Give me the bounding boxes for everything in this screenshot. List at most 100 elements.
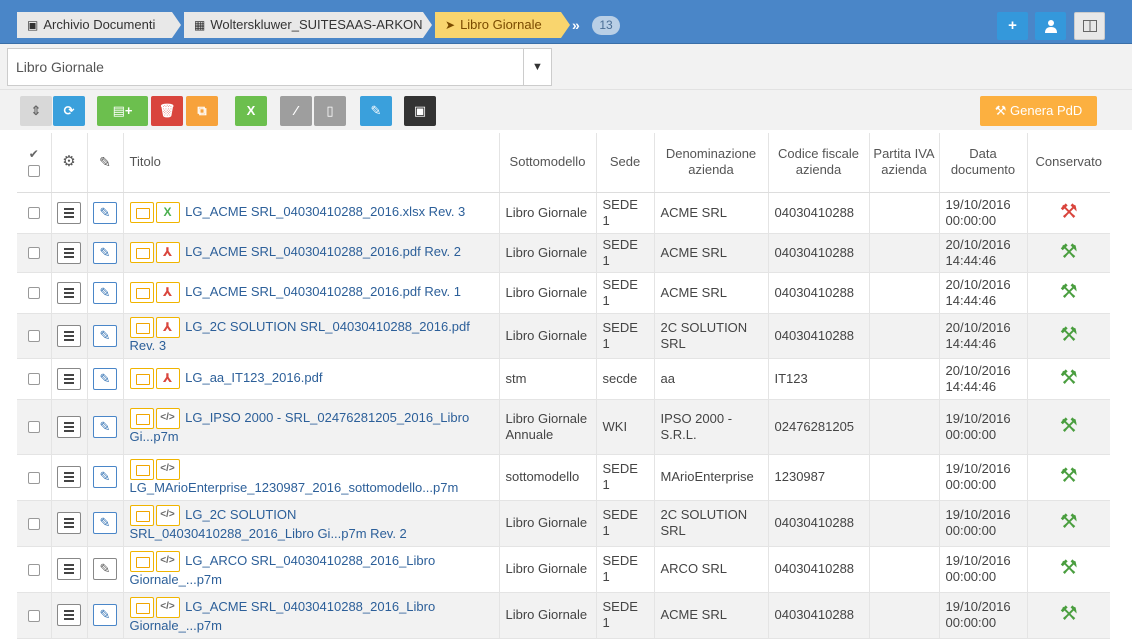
document-title-link[interactable]: LG_2C SOLUTION (185, 506, 296, 521)
row-menu-button[interactable] (57, 324, 81, 347)
folder-icon[interactable] (129, 202, 154, 223)
col-sottomodello[interactable]: Sottomodello (498, 133, 596, 193)
col-data-documento[interactable]: Data documento (938, 133, 1027, 193)
document-title-link[interactable]: LG_ACME SRL_04030410288_2016.pdf Rev. 1 (185, 284, 461, 299)
document-lock-button[interactable]: ▯ (314, 96, 346, 126)
table-row[interactable]: ✎ </> LG_ACME SRL_04030410288_2016_Libro G… (17, 592, 1110, 639)
document-title-link-continued[interactable]: Rev. 3 (130, 338, 167, 353)
gavel-icon[interactable]: ⚒ (1060, 415, 1078, 437)
table-row[interactable]: ✎ ⅄ LG_aa_IT123_2016.pdf stm secde aa IT123 20… (17, 358, 1110, 400)
row-checkbox[interactable] (27, 609, 40, 622)
row-menu-button[interactable] (57, 558, 81, 580)
row-edit-button[interactable]: ✎ (93, 415, 117, 438)
document-title-link-continued[interactable]: Giornale_...p7m (130, 572, 223, 587)
table-row[interactable]: ✎ X LG_ACME SRL_04030410288_2016.xlsx Rev… (17, 192, 1110, 234)
row-checkbox[interactable] (27, 207, 40, 220)
table-row[interactable]: ✎ </> LG_2C SOLUTION SRL_04030410288_2016_… (17, 500, 1110, 547)
breadcrumb-libro-giornale[interactable]: ➤ Libro Giornale (435, 12, 570, 38)
document-title-link[interactable]: LG_aa_IT123_2016.pdf (185, 370, 322, 385)
pdf-file-icon[interactable]: ⅄ (155, 317, 180, 338)
document-title-link[interactable]: LG_ACME SRL_04030410288_2016.pdf Rev. 2 (185, 244, 461, 259)
document-title-link[interactable]: LG_ARCO SRL_04030410288_2016_Libro (185, 552, 435, 567)
gavel-icon[interactable]: ⚒ (1060, 201, 1078, 223)
delete-button[interactable]: 🗑︎ (151, 96, 183, 126)
model-select[interactable]: Libro Giornale ▼ (7, 48, 552, 86)
table-row[interactable]: ✎ </> LG_ARCO SRL_04030410288_2016_Libro G… (17, 546, 1110, 593)
row-edit-button[interactable]: ✎ (93, 241, 117, 264)
genera-pdd-button[interactable]: ⚒ Genera PdD (980, 96, 1097, 126)
row-menu-button[interactable] (57, 604, 81, 626)
signed-file-icon[interactable]: </> (155, 596, 180, 618)
folder-icon[interactable] (129, 458, 154, 480)
row-checkbox[interactable] (27, 563, 40, 576)
row-edit-button[interactable]: ✎ (93, 367, 117, 390)
folder-icon[interactable] (129, 368, 154, 389)
gavel-icon[interactable]: ⚒ (1060, 281, 1078, 303)
col-conservato[interactable]: Conservato (1026, 133, 1110, 193)
row-edit-button[interactable]: ✎ (93, 512, 117, 534)
gavel-icon[interactable]: ⚒ (1060, 557, 1078, 579)
signed-file-icon[interactable]: </> (155, 504, 180, 526)
pdf-file-icon[interactable]: ⅄ (155, 282, 180, 303)
pdf-file-icon[interactable]: ⅄ (155, 242, 180, 263)
table-row[interactable]: ✎ ⅄ LG_ACME SRL_04030410288_2016.pdf Rev.… (17, 272, 1110, 314)
document-title-link-continued[interactable]: SRL_04030410288_2016_Libro Gi...p7m Rev.… (130, 526, 407, 541)
row-edit-button[interactable]: ✎ (93, 558, 117, 580)
row-checkbox[interactable] (27, 421, 40, 434)
row-menu-button[interactable] (57, 367, 81, 390)
row-edit-button[interactable]: ✎ (93, 324, 117, 347)
gavel-icon[interactable]: ⚒ (1060, 465, 1078, 487)
signed-file-icon[interactable]: </> (155, 550, 180, 572)
folder-icon[interactable] (129, 242, 154, 263)
document-title-link-continued[interactable]: Giornale_...p7m (130, 618, 223, 633)
folder-icon[interactable] (129, 408, 154, 429)
briefcase-button[interactable]: ▣ (404, 96, 436, 126)
pdf-file-icon[interactable]: ⅄ (155, 368, 180, 389)
magic-button[interactable]: ⁄ (280, 96, 312, 126)
document-title-link-continued[interactable]: LG_MArioEnterprise_1230987_2016_sottomod… (130, 480, 459, 495)
row-menu-button[interactable] (57, 466, 81, 488)
document-title-link[interactable]: LG_IPSO 2000 - SRL_02476281205_2016_Libr… (185, 410, 469, 425)
caret-down-icon[interactable]: ▼ (523, 49, 551, 85)
col-titolo[interactable]: Titolo (122, 133, 499, 193)
breadcrumb-suitesaas[interactable]: ▦ Wolterskluwer_SUITESAAS-ARKON (184, 12, 432, 38)
row-checkbox[interactable] (27, 373, 40, 386)
col-denominazione[interactable]: Denominazione azienda (653, 133, 768, 193)
gavel-icon[interactable]: ⚒ (1060, 324, 1078, 346)
table-row[interactable]: ✎ ⅄ LG_ACME SRL_04030410288_2016.pdf Rev.… (17, 233, 1110, 273)
document-title-link[interactable]: LG_2C SOLUTION SRL_04030410288_2016.pdf (185, 319, 470, 334)
row-menu-button[interactable] (57, 281, 81, 304)
row-edit-button[interactable]: ✎ (93, 281, 117, 304)
folder-icon[interactable] (129, 596, 154, 618)
folder-icon[interactable] (129, 317, 154, 338)
layout-button[interactable] (1074, 12, 1105, 40)
row-checkbox[interactable] (27, 247, 40, 260)
breadcrumb-archivio[interactable]: ▣ Archivio Documenti (17, 12, 181, 38)
gavel-icon[interactable]: ⚒ (1060, 511, 1078, 533)
table-row[interactable]: ✎ </> LG_IPSO 2000 - SRL_02476281205_2016… (17, 399, 1110, 455)
excel-export-button[interactable]: X (235, 96, 267, 126)
row-edit-button[interactable]: ✎ (93, 466, 117, 488)
sort-button[interactable]: ⇕ (20, 96, 52, 126)
edit-button[interactable]: ✎ (360, 96, 392, 126)
document-title-link[interactable]: LG_ACME SRL_04030410288_2016_Libro (185, 598, 435, 613)
row-checkbox[interactable] (27, 330, 40, 343)
col-partita-iva[interactable]: Partita IVA azienda (868, 133, 939, 193)
gavel-icon[interactable]: ⚒ (1060, 367, 1078, 389)
gavel-icon[interactable]: ⚒ (1060, 603, 1078, 625)
folder-icon[interactable] (129, 504, 154, 526)
row-edit-button[interactable]: ✎ (93, 201, 117, 224)
copy-button[interactable]: ⧉ (186, 96, 218, 126)
table-row[interactable]: ✎ ⅄ LG_2C SOLUTION SRL_04030410288_2016.p… (17, 313, 1110, 359)
col-sede[interactable]: Sede (595, 133, 654, 193)
folder-icon[interactable] (129, 282, 154, 303)
signed-file-icon[interactable]: </> (155, 458, 180, 480)
new-document-button[interactable]: ▤+ (97, 96, 148, 126)
signed-file-icon[interactable]: </> (155, 408, 180, 429)
folder-icon[interactable] (129, 550, 154, 572)
row-checkbox[interactable] (27, 517, 40, 530)
document-title-link-continued[interactable]: Gi...p7m (130, 429, 179, 444)
select-all-header[interactable]: ✔ (17, 133, 51, 193)
row-edit-button[interactable]: ✎ (93, 604, 117, 626)
row-menu-button[interactable] (57, 512, 81, 534)
